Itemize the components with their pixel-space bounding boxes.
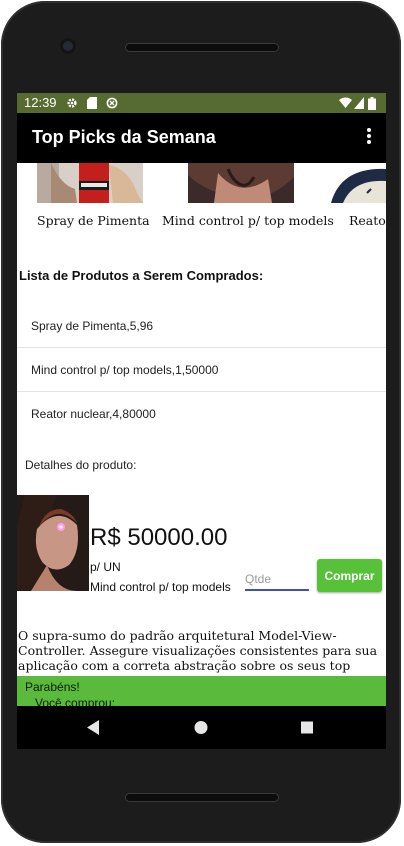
battery-icon bbox=[368, 97, 376, 110]
toast-message: Você comprou: bbox=[35, 696, 116, 706]
carousel-item-image[interactable] bbox=[188, 163, 294, 203]
carousel-item-image[interactable] bbox=[37, 163, 143, 203]
wifi-icon bbox=[339, 97, 352, 108]
product-name: Mind control p/ top models bbox=[90, 580, 231, 594]
product-price: R$ 50000.00 bbox=[90, 524, 228, 551]
quantity-input[interactable] bbox=[245, 569, 309, 591]
carousel-item-label: Spray de Pimenta bbox=[37, 213, 150, 228]
front-camera bbox=[60, 38, 76, 54]
purchase-list-item-text: Reator nuclear,4,80000 bbox=[31, 407, 156, 421]
data-saver-icon bbox=[106, 97, 118, 109]
buy-button[interactable]: Comprar bbox=[317, 559, 382, 592]
carousel-item-label: Reator nuclear bbox=[349, 213, 386, 228]
signal-icon bbox=[354, 97, 364, 109]
home-button[interactable] bbox=[171, 706, 231, 749]
status-time: 12:39 bbox=[24, 95, 57, 110]
recents-icon bbox=[301, 721, 313, 734]
purchase-list-item-text: Spray de Pimenta,5,96 bbox=[31, 319, 154, 333]
sd-card-icon bbox=[87, 97, 97, 109]
top-speaker bbox=[125, 43, 279, 52]
home-icon bbox=[194, 721, 208, 734]
settings-icon bbox=[67, 98, 77, 108]
bottom-speaker bbox=[125, 793, 279, 802]
back-button[interactable] bbox=[63, 706, 123, 749]
recents-button[interactable] bbox=[277, 706, 337, 749]
app-screen: 12:39 Top Picks da Semana Spray de Pimen… bbox=[17, 93, 386, 706]
app-bar: Top Picks da Semana bbox=[17, 113, 386, 163]
status-bar: 12:39 bbox=[17, 93, 386, 113]
product-unit: p/ UN bbox=[90, 560, 121, 574]
app-title: Top Picks da Semana bbox=[32, 127, 216, 147]
purchase-toast: Parabéns! Você comprou: bbox=[17, 676, 386, 706]
device-frame: 12:39 Top Picks da Semana Spray de Pimen… bbox=[0, 0, 404, 846]
product-image bbox=[17, 495, 89, 591]
model-photo bbox=[17, 495, 89, 591]
purchase-list-item[interactable]: Mind control p/ top models,1,50000 bbox=[17, 348, 386, 392]
purchase-list-item[interactable]: Reator nuclear,4,80000 bbox=[17, 392, 386, 435]
back-icon bbox=[87, 720, 99, 735]
pepper-spray-photo bbox=[37, 163, 143, 203]
more-vert-icon[interactable] bbox=[366, 128, 372, 148]
model-photo bbox=[188, 163, 294, 203]
toast-title: Parabéns! bbox=[25, 680, 80, 694]
top-picks-carousel[interactable]: Spray de Pimenta Mind control p/ top mod… bbox=[17, 163, 386, 233]
purchase-list-item-text: Mind control p/ top models,1,50000 bbox=[31, 363, 219, 377]
navigation-bar bbox=[17, 706, 386, 749]
details-label: Detalhes do produto: bbox=[25, 458, 137, 472]
reactor-photo bbox=[321, 163, 386, 203]
purchase-list-item[interactable]: Spray de Pimenta,5,96 bbox=[17, 304, 386, 348]
purchase-list-title: Lista de Produtos a Serem Comprados: bbox=[19, 268, 264, 283]
carousel-item-label: Mind control p/ top models bbox=[162, 213, 334, 228]
carousel-item-image[interactable] bbox=[321, 163, 386, 203]
